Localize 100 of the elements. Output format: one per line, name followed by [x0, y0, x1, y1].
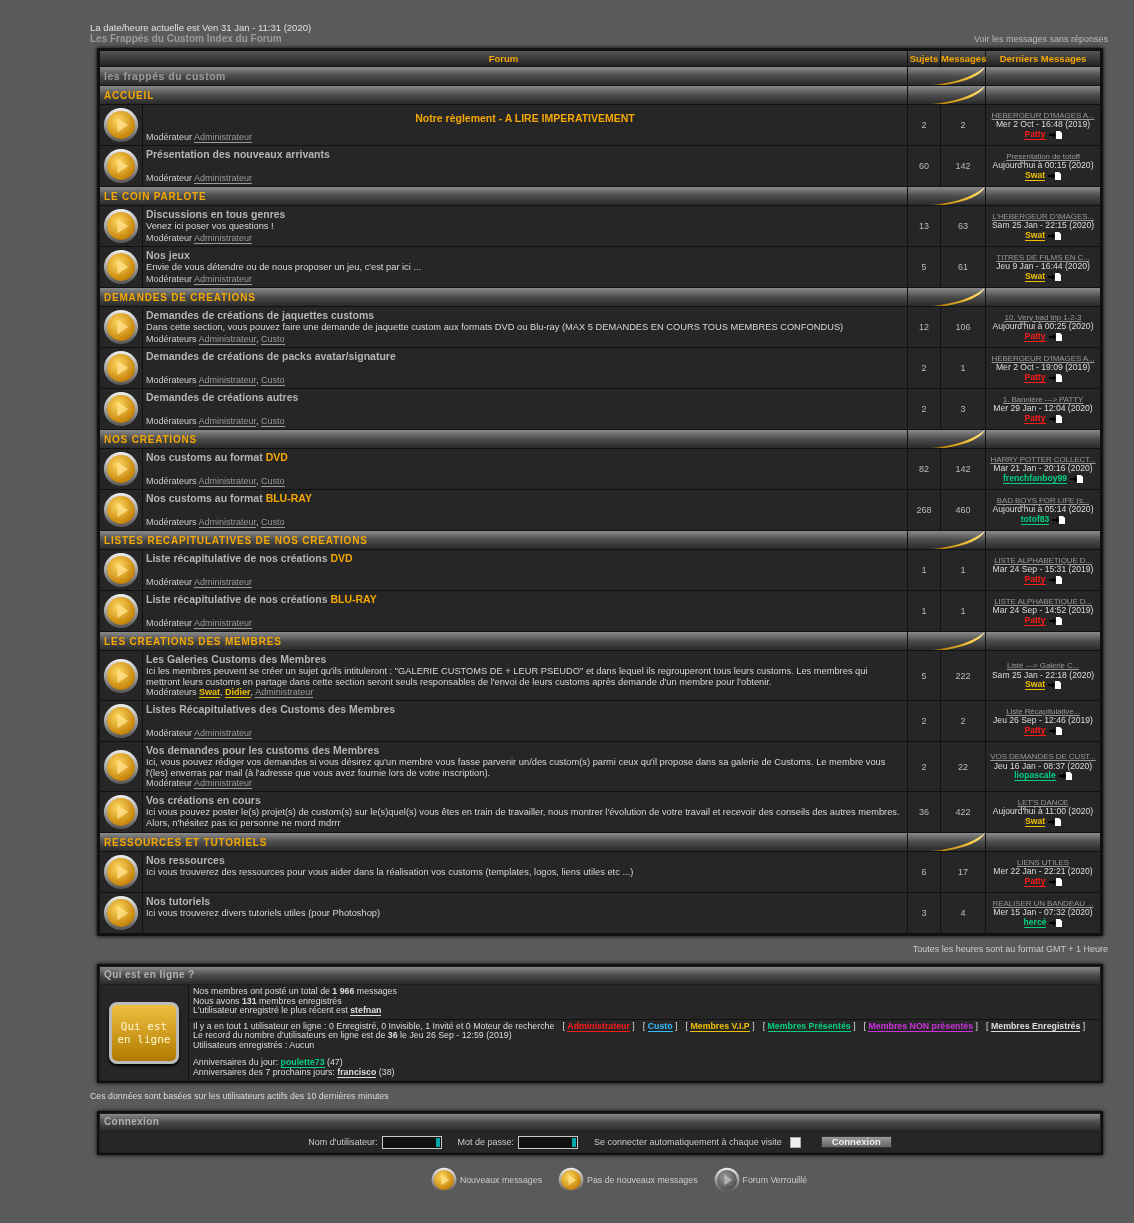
- user-link[interactable]: francisco: [337, 1066, 377, 1078]
- forum-title-link[interactable]: Les Galeries Customs des Membres: [146, 653, 904, 666]
- group-link[interactable]: [ Membres V.I.P ]: [685, 1020, 755, 1031]
- forum-title-link[interactable]: Nos ressources: [146, 854, 904, 867]
- forum-title-link[interactable]: Demandes de créations de packs avatar/signature: [146, 350, 904, 363]
- arrow-page-icon[interactable]: [1048, 231, 1062, 240]
- category-title[interactable]: NOS CREATIONS: [100, 430, 907, 448]
- last-post-link[interactable]: REALISER UN BANDEAU ...: [986, 898, 1100, 908]
- last-post-link[interactable]: BAD BOYS FOR LIFE (s...: [986, 495, 1100, 505]
- last-post-link[interactable]: 10. Very bad trip 1-2-3: [986, 312, 1100, 322]
- user-link[interactable]: Swat: [1024, 170, 1046, 181]
- forum-title-link[interactable]: Vos demandes pour les customs des Membres: [146, 744, 904, 757]
- user-link[interactable]: hercé: [1023, 917, 1047, 928]
- username-field[interactable]: [381, 1135, 442, 1149]
- moderator-link[interactable]: Administrateur: [194, 173, 253, 184]
- last-post-link[interactable]: HEBERGEUR D'IMAGES A...: [986, 110, 1100, 120]
- moderator-link[interactable]: Administrateur: [194, 274, 253, 285]
- last-post-link[interactable]: Listé ---> Galerie C...: [986, 661, 1100, 671]
- forum-title-link[interactable]: Discussions en tous genres: [146, 208, 904, 221]
- arrow-page-icon[interactable]: [1048, 373, 1062, 382]
- arrow-page-icon[interactable]: [1070, 474, 1083, 483]
- user-link[interactable]: Patty: [1024, 876, 1046, 887]
- user-link[interactable]: frenchfanboy99: [1003, 473, 1067, 484]
- forum-title-link[interactable]: Nos customs au format BLU-RAY: [146, 492, 904, 505]
- user-link[interactable]: Patty: [1024, 372, 1046, 383]
- moderator-link[interactable]: Administrateur: [194, 778, 253, 789]
- user-link[interactable]: poulette73: [280, 1057, 325, 1068]
- last-post-link[interactable]: HEBERGEUR D'IMAGES A...: [986, 353, 1100, 363]
- arrow-page-icon[interactable]: [1048, 616, 1062, 625]
- moderator-link[interactable]: Custo: [261, 375, 285, 386]
- forum-title-link[interactable]: Demandes de créations de jaquettes customs: [146, 309, 904, 322]
- moderator-link[interactable]: Administrateur: [194, 728, 253, 739]
- group-link[interactable]: [ Membres NON présentés ]: [863, 1020, 978, 1031]
- user-link[interactable]: Patty: [1024, 129, 1046, 140]
- last-post-link[interactable]: L'HEBERGEUR D'IMAGES...: [986, 211, 1100, 221]
- forum-title-link[interactable]: Nos jeux: [146, 249, 904, 262]
- last-post-link[interactable]: HARRY POTTER COLLECT...: [986, 454, 1100, 464]
- arrow-page-icon[interactable]: [1048, 817, 1062, 826]
- user-link[interactable]: Swat: [1024, 816, 1046, 827]
- last-post-link[interactable]: LISTE ALPHABETIQUE D...: [986, 596, 1100, 606]
- last-post-link[interactable]: Presentation de totoff: [986, 151, 1100, 161]
- arrow-page-icon[interactable]: [1048, 877, 1062, 886]
- arrow-page-icon[interactable]: [1048, 414, 1062, 423]
- moderator-link[interactable]: Custo: [261, 476, 285, 487]
- category-title[interactable]: RESSOURCES ET TUTORIELS: [100, 833, 907, 851]
- unanswered-posts-link[interactable]: Voir les messages sans réponses: [973, 34, 1108, 44]
- user-link[interactable]: liopascale: [1014, 771, 1056, 781]
- last-post-link[interactable]: TITRES DE FILMS EN C...: [986, 252, 1100, 262]
- group-link[interactable]: [ Membres Présentés ]: [762, 1020, 856, 1031]
- moderator-link[interactable]: Didier: [225, 687, 251, 698]
- moderator-link[interactable]: Custo: [261, 416, 285, 427]
- last-post-link[interactable]: LET'S DANCE: [986, 797, 1100, 807]
- user-link[interactable]: stefnan: [350, 1005, 382, 1016]
- last-post-link[interactable]: LIENS UTILES: [986, 857, 1100, 867]
- last-post-link[interactable]: LISTE ALPHABETIQUE D...: [986, 555, 1100, 565]
- category-title[interactable]: LISTES RECAPITULATIVES DE NOS CREATIONS: [100, 531, 907, 549]
- forum-title-link[interactable]: Présentation des nouveaux arrivants: [146, 148, 904, 161]
- moderator-link[interactable]: Custo: [261, 517, 285, 528]
- moderator-link[interactable]: Administrateur: [255, 687, 314, 698]
- forum-title-link[interactable]: Demandes de créations autres: [146, 391, 904, 404]
- user-link[interactable]: Swat: [1024, 271, 1046, 282]
- last-post-link[interactable]: Liste Récapitulative...: [986, 706, 1100, 716]
- user-link[interactable]: totof83: [1020, 514, 1050, 525]
- forum-title-link[interactable]: Listes Récapitulatives des Customs des Membres: [146, 703, 904, 716]
- last-post-link[interactable]: 1. Bannière ---> PATTY: [986, 394, 1100, 404]
- arrow-page-icon[interactable]: [1048, 171, 1062, 180]
- moderator-link[interactable]: Administrateur: [194, 577, 253, 588]
- forum-title-link[interactable]: Liste récapitulative de nos créations BLU-RAY: [146, 593, 904, 606]
- password-field[interactable]: [518, 1135, 579, 1149]
- category-title[interactable]: LES CREATIONS DES MEMBRES: [100, 632, 907, 650]
- user-link[interactable]: Patty: [1024, 615, 1046, 626]
- moderator-link[interactable]: Administrateur: [194, 132, 253, 143]
- group-link[interactable]: [ Custo ]: [642, 1020, 678, 1031]
- category-title[interactable]: DEMANDES DE CREATIONS: [100, 288, 907, 306]
- moderator-link[interactable]: Custo: [261, 334, 285, 345]
- arrow-page-icon[interactable]: [1048, 575, 1062, 584]
- arrow-page-icon[interactable]: [1058, 772, 1072, 780]
- category-title[interactable]: LE COIN PARLOTE: [100, 187, 907, 205]
- forum-title-link[interactable]: Liste récapitulative de nos créations DVD: [146, 552, 904, 565]
- group-link[interactable]: [ Membres Enregistrés ]: [986, 1020, 1086, 1031]
- user-link[interactable]: Swat: [1024, 230, 1046, 241]
- forum-title-link[interactable]: Nos customs au format DVD: [146, 451, 904, 464]
- user-link[interactable]: Patty: [1024, 413, 1046, 424]
- arrow-page-icon[interactable]: [1048, 681, 1062, 689]
- moderator-link[interactable]: Administrateur: [194, 618, 253, 629]
- login-button[interactable]: Connexion: [820, 1136, 892, 1148]
- category-title[interactable]: ACCUEIL: [100, 86, 907, 104]
- user-link[interactable]: Patty: [1024, 725, 1046, 736]
- arrow-page-icon[interactable]: [1052, 515, 1066, 524]
- user-link[interactable]: Patty: [1024, 574, 1046, 585]
- moderator-link[interactable]: Administrateur: [194, 233, 253, 244]
- arrow-page-icon[interactable]: [1048, 130, 1062, 139]
- arrow-page-icon[interactable]: [1048, 272, 1062, 281]
- forum-title-link[interactable]: Nos tutoriels: [146, 895, 904, 908]
- arrow-page-icon[interactable]: [1048, 726, 1062, 735]
- forum-title-link[interactable]: Vos créations en cours: [146, 794, 904, 807]
- forum-title-link[interactable]: Notre règlement - A LIRE IMPERATIVEMENT: [415, 112, 635, 125]
- arrow-page-icon[interactable]: [1049, 918, 1063, 927]
- group-link[interactable]: [ Administrateur ]: [562, 1020, 635, 1031]
- arrow-page-icon[interactable]: [1048, 332, 1062, 341]
